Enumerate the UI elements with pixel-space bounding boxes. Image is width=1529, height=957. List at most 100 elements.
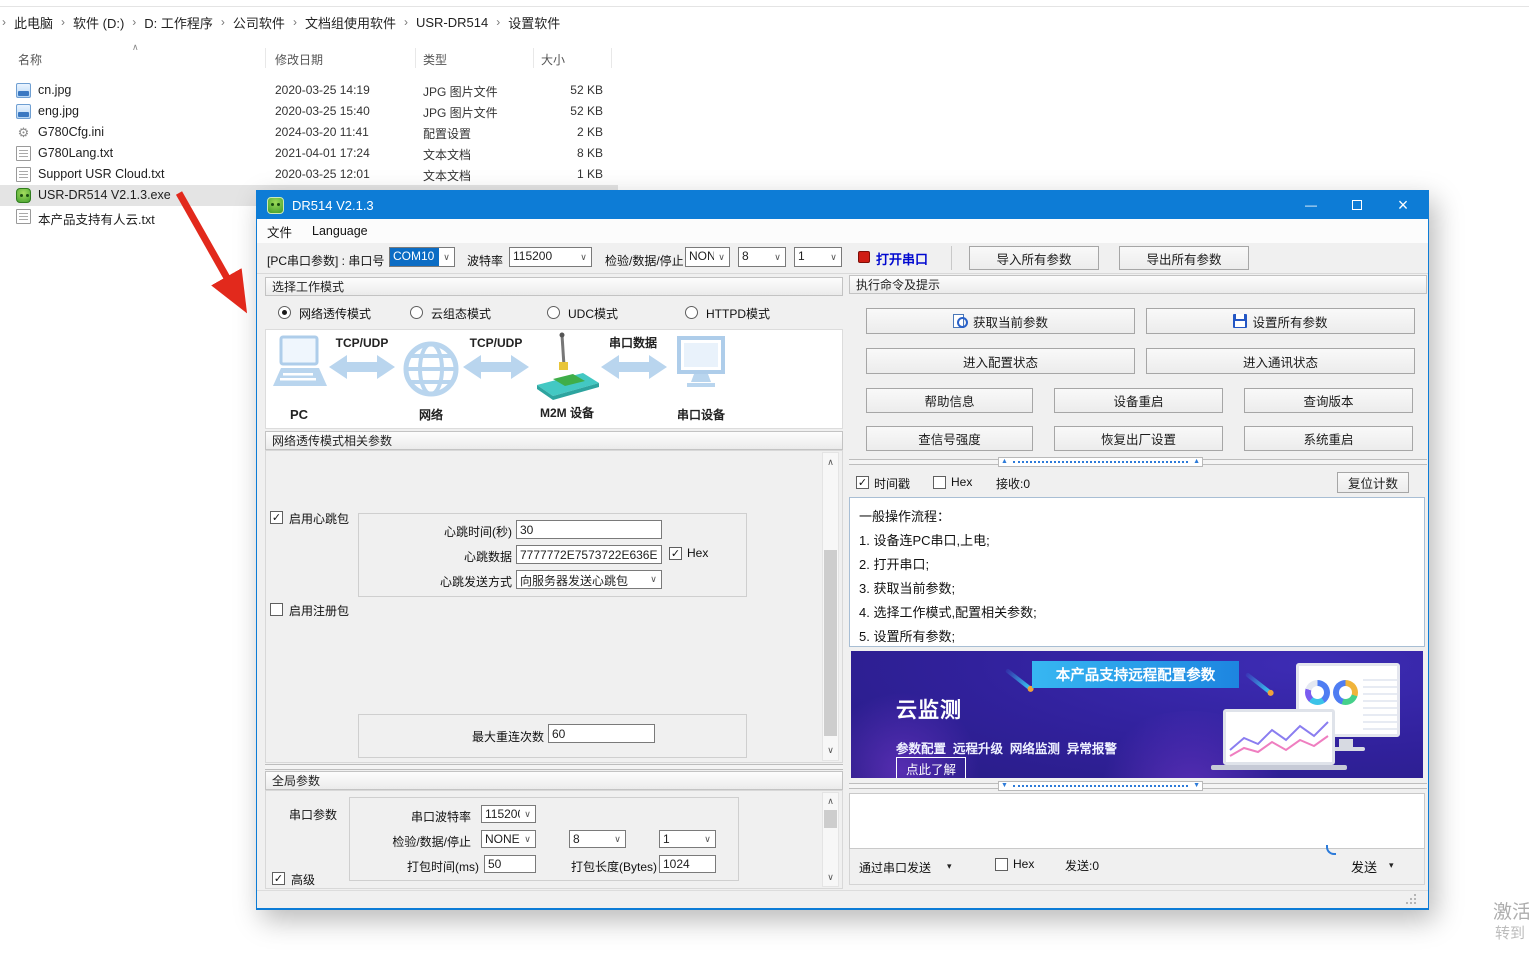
scrollbar-thumb[interactable]	[824, 810, 837, 828]
log-line: 3. 获取当前参数;	[859, 578, 955, 597]
heartbeat-data-input[interactable]: 7777772E7573722E636E	[516, 545, 662, 564]
triangle-up-icon: ▲	[1191, 458, 1202, 466]
heartbeat-enable-checkbox[interactable]: ✓	[270, 511, 283, 524]
radio-udc-mode[interactable]	[547, 306, 560, 319]
radio-httpd-mode[interactable]	[685, 306, 698, 319]
databits-select[interactable]: 8 ∨	[738, 247, 786, 267]
menu-language[interactable]: Language	[302, 224, 378, 238]
set-params-button[interactable]: 设置所有参数	[1146, 308, 1415, 334]
global-stopbits-value: 1	[660, 831, 700, 847]
enter-comm-button[interactable]: 进入通讯状态	[1146, 348, 1415, 374]
table-graphic	[1363, 674, 1397, 730]
breadcrumb-item-setup[interactable]: 设置软件	[502, 13, 566, 32]
reset-count-button[interactable]: 复位计数	[1337, 472, 1409, 493]
close-icon: ×	[1398, 195, 1409, 216]
help-button[interactable]: 帮助信息	[866, 388, 1033, 413]
factory-reset-button[interactable]: 恢复出厂设置	[1054, 426, 1223, 451]
params-scrollbar[interactable]: ∧ ∨	[822, 452, 839, 761]
send-via-dropdown[interactable]: 通过串口发送	[859, 859, 931, 876]
parity-select[interactable]: NONI ∨	[685, 247, 730, 267]
banner-title: 云监测	[896, 694, 962, 724]
file-row[interactable]: G780Lang.txt 2021-04-01 17:24 文本文档 8 KB	[0, 143, 618, 164]
heartbeat-hex-checkbox[interactable]: ✓	[669, 547, 682, 560]
file-row[interactable]: Support USR Cloud.txt 2020-03-25 12:01 文…	[0, 164, 618, 185]
file-row[interactable]: ⚙ G780Cfg.ini 2024-03-20 11:41 配置设置 2 KB	[0, 122, 618, 143]
breadcrumb-item-usr-dr514[interactable]: USR-DR514	[410, 15, 494, 30]
import-params-button[interactable]: 导入所有参数	[969, 246, 1099, 270]
pack-time-value: 50	[488, 857, 501, 871]
scrollbar-thumb[interactable]	[824, 550, 837, 736]
column-header-type[interactable]: 类型	[423, 51, 447, 68]
close-button[interactable]: ×	[1380, 191, 1426, 219]
query-version-button[interactable]: 查询版本	[1244, 388, 1413, 413]
laptop-base	[1211, 765, 1347, 770]
banner-cta-button[interactable]: 点此了解	[896, 757, 966, 778]
radio-cloud-mode[interactable]	[410, 306, 423, 319]
baud-select[interactable]: 115200 ∨	[509, 247, 592, 267]
column-header-name[interactable]: 名称	[18, 51, 42, 68]
send-hex-checkbox[interactable]	[995, 858, 1008, 871]
global-scrollbar[interactable]: ∧ ∨	[822, 792, 839, 887]
minimize-button[interactable]: —	[1288, 191, 1334, 219]
column-header-date[interactable]: 修改日期	[275, 51, 323, 68]
breadcrumb-item-docs[interactable]: 文档组使用软件	[299, 13, 402, 32]
get-params-button[interactable]: 获取当前参数	[866, 308, 1135, 334]
pack-len-input[interactable]: 1024	[659, 855, 716, 873]
radio-transparent-mode[interactable]	[278, 306, 291, 319]
export-params-button[interactable]: 导出所有参数	[1119, 246, 1249, 270]
heartbeat-data-value: 7777772E7573722E636E	[520, 548, 657, 562]
send-hex-label: Hex	[1013, 857, 1034, 871]
file-name: USR-DR514 V2.1.3.exe	[38, 188, 171, 202]
scroll-up-icon[interactable]: ∧	[823, 455, 838, 470]
device-reboot-button[interactable]: 设备重启	[1054, 388, 1223, 413]
register-enable-checkbox[interactable]	[270, 603, 283, 616]
maximize-button[interactable]	[1334, 191, 1380, 219]
title-bar[interactable]: DR514 V2.1.3	[257, 191, 1428, 219]
comet-icon	[1005, 668, 1031, 690]
file-row[interactable]: eng.jpg 2020-03-25 15:40 JPG 图片文件 52 KB	[0, 101, 618, 122]
file-date: 2021-04-01 17:24	[275, 146, 370, 160]
menu-file[interactable]: 文件	[257, 222, 302, 241]
breadcrumb-item-work[interactable]: D: 工作程序	[138, 13, 219, 32]
scroll-down-icon[interactable]: ∨	[823, 870, 838, 885]
scroll-down-icon[interactable]: ∨	[823, 743, 838, 758]
global-databits-select[interactable]: 8 ∨	[569, 830, 626, 848]
scroll-up-icon[interactable]: ∧	[823, 794, 838, 809]
send-button[interactable]: 发送	[1351, 857, 1377, 876]
stopbits-select[interactable]: 1 ∨	[794, 247, 842, 267]
chevron-right-icon: ›	[291, 15, 299, 29]
file-row[interactable]: cn.jpg 2020-03-25 14:19 JPG 图片文件 52 KB	[0, 80, 618, 101]
pack-time-input[interactable]: 50	[484, 855, 536, 873]
timestamp-checkbox[interactable]: ✓	[856, 476, 869, 489]
resize-grip[interactable]	[1414, 894, 1416, 896]
maximize-icon	[1352, 200, 1362, 210]
global-parity-select[interactable]: NONE ∨	[481, 830, 536, 848]
breadcrumb-item-this-pc[interactable]: 此电脑	[8, 13, 59, 32]
menu-arrow-icon[interactable]: ▾	[1389, 860, 1394, 871]
heartbeat-time-input[interactable]: 30	[516, 520, 662, 539]
open-port-button[interactable]: 打开串口	[855, 247, 945, 269]
global-stopbits-select[interactable]: 1 ∨	[659, 830, 716, 848]
splitter-handle[interactable]: ▼ ▼	[998, 781, 1203, 791]
signal-strength-label: 查信号强度	[918, 429, 981, 448]
breadcrumb-item-drive[interactable]: 软件 (D:)	[67, 13, 130, 32]
m2m-module-icon	[537, 333, 599, 401]
global-baud-select[interactable]: 115200 ∨	[481, 805, 536, 823]
column-header-size[interactable]: 大小	[541, 51, 565, 68]
reconnect-input[interactable]: 60	[548, 724, 655, 743]
com-port-select[interactable]: COM10 ∨	[389, 247, 455, 267]
enter-config-button[interactable]: 进入配置状态	[866, 348, 1135, 374]
log-line: 5. 设置所有参数;	[859, 626, 955, 645]
system-reboot-button[interactable]: 系统重启	[1244, 426, 1413, 451]
chevron-right-icon: ›	[494, 15, 502, 29]
send-input-area[interactable]	[849, 793, 1425, 849]
signal-strength-button[interactable]: 查信号强度	[866, 426, 1033, 451]
breadcrumb-item-company[interactable]: 公司软件	[227, 13, 291, 32]
receive-hex-checkbox[interactable]	[933, 476, 946, 489]
menu-arrow-icon[interactable]: ▾	[947, 861, 952, 872]
advanced-checkbox[interactable]: ✓	[272, 872, 285, 885]
chevron-right-icon: ›	[130, 15, 138, 29]
heartbeat-mode-select[interactable]: 向服务器发送心跳包 ∨	[516, 570, 662, 589]
file-size: 52 KB	[505, 83, 603, 97]
splitter-handle[interactable]: ▲ ▲	[998, 457, 1203, 467]
